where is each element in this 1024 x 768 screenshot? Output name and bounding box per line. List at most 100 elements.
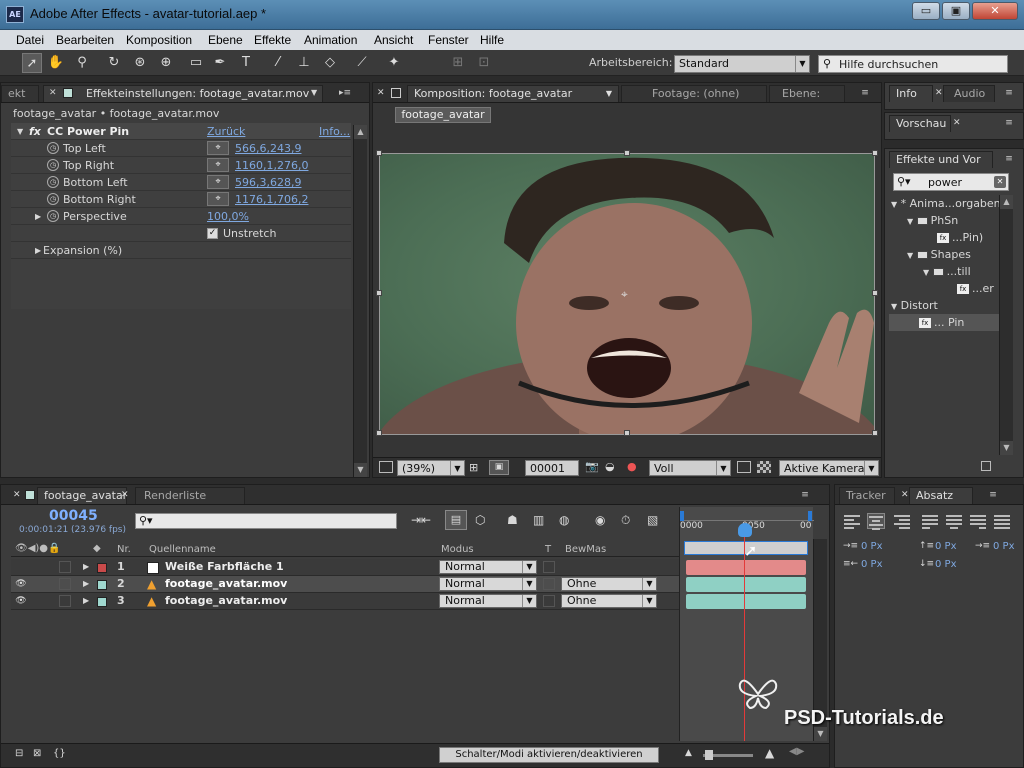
transform-handle[interactable] bbox=[872, 290, 878, 296]
transfer-controls-icon[interactable]: ⊠ bbox=[33, 748, 41, 759]
menu-ebene[interactable]: Ebene bbox=[208, 33, 243, 47]
panel-menu-icon[interactable]: ≡ bbox=[999, 87, 1019, 99]
table-row-selected[interactable]: 👁 ▶ 2 ▲ footage_avatar.mov Normal ▼ Ohne ▼ bbox=[11, 576, 679, 593]
live-update-icon[interactable]: ▤ bbox=[445, 510, 467, 530]
column-nr[interactable]: Nr. bbox=[117, 544, 131, 555]
close-tab-icon[interactable]: ✕ bbox=[953, 118, 961, 128]
space-after-value[interactable]: 0 Px bbox=[935, 559, 957, 570]
table-row[interactable]: 👁 ▶ 3 ▲ footage_avatar.mov Normal ▼ Ohne ▼ bbox=[11, 593, 679, 610]
reset-link[interactable]: Zurück bbox=[207, 123, 245, 140]
frame-blending-icon[interactable]: ▥ bbox=[533, 513, 544, 527]
expand-triangle-icon[interactable]: ▼ bbox=[907, 217, 913, 226]
track-matte-dropdown[interactable]: Ohne ▼ bbox=[561, 577, 657, 591]
property-value[interactable]: 1176,1,706,2 bbox=[235, 191, 308, 208]
layer-duration-bar[interactable] bbox=[686, 577, 806, 592]
column-source-name[interactable]: Quellenname bbox=[149, 544, 216, 555]
justify-last-center-icon[interactable] bbox=[945, 513, 963, 529]
point-target-icon[interactable]: ⌖ bbox=[207, 141, 229, 155]
point-target-icon[interactable]: ⌖ bbox=[207, 158, 229, 172]
preserve-transparency-toggle[interactable] bbox=[543, 561, 555, 573]
tree-item-selected[interactable]: fx... Pin bbox=[889, 314, 999, 331]
always-preview-icon[interactable] bbox=[379, 461, 393, 473]
effect-controls-scrollbar[interactable]: ▲ ▼ bbox=[353, 125, 367, 477]
layer-duration-bar[interactable] bbox=[686, 594, 806, 609]
blend-mode-dropdown[interactable]: Normal ▼ bbox=[439, 594, 537, 608]
shy-layers-icon[interactable]: ☗ bbox=[507, 513, 518, 527]
expand-triangle-icon[interactable]: ▶ bbox=[83, 559, 89, 575]
tab-effects-short[interactable]: ekt bbox=[1, 85, 39, 102]
expand-triangle-icon[interactable]: ▼ bbox=[17, 123, 23, 140]
property-value[interactable]: 100,0% bbox=[207, 208, 249, 225]
graph-editor-icon[interactable]: ▧ bbox=[647, 513, 658, 527]
stopwatch-icon[interactable]: ◷ bbox=[47, 210, 59, 222]
align-center-icon[interactable] bbox=[867, 513, 885, 530]
transform-handle[interactable] bbox=[624, 150, 630, 156]
menu-hilfe[interactable]: Hilfe bbox=[480, 33, 504, 47]
close-tab-icon[interactable]: ✕ bbox=[49, 88, 57, 98]
transform-handle[interactable] bbox=[624, 430, 630, 436]
current-time-indicator-head[interactable] bbox=[738, 523, 752, 537]
tab-paragraph[interactable]: Absatz bbox=[909, 487, 973, 504]
indent-right-value[interactable]: 0 Px bbox=[861, 559, 883, 570]
menu-fenster[interactable]: Fenster bbox=[428, 33, 469, 47]
minimize-button[interactable]: ▭ bbox=[912, 2, 940, 20]
tree-item[interactable]: fx ...Pin) bbox=[937, 229, 983, 246]
work-area-bar[interactable] bbox=[680, 511, 814, 521]
transform-handle[interactable] bbox=[376, 150, 382, 156]
layer-switches-icon[interactable]: ⊟ bbox=[15, 748, 23, 759]
lock-tab-icon[interactable] bbox=[391, 88, 401, 98]
track-matte-dropdown[interactable]: Ohne ▼ bbox=[561, 594, 657, 608]
transform-handle[interactable] bbox=[376, 290, 382, 296]
close-tab-icon[interactable]: ✕ bbox=[13, 490, 21, 500]
menu-komposition[interactable]: Komposition bbox=[126, 33, 192, 47]
transparency-grid-icon[interactable] bbox=[757, 461, 771, 473]
tab-composition[interactable]: Komposition: footage_avatar ▼ bbox=[407, 85, 619, 102]
expand-triangle-icon[interactable]: ▼ bbox=[923, 268, 929, 277]
unstretch-checkbox[interactable]: ✓ bbox=[207, 228, 218, 239]
channels-icon[interactable]: ● bbox=[627, 460, 637, 473]
layer-name[interactable]: footage_avatar.mov bbox=[165, 576, 287, 592]
help-search-field[interactable]: ⚲ Hilfe durchsuchen bbox=[818, 55, 1008, 73]
toggle-switches-modes-button[interactable]: Schalter/Modi aktivieren/deaktivieren bbox=[439, 747, 659, 763]
comp-mini-flowchart-icon[interactable]: ⇥⇤ bbox=[411, 513, 431, 527]
rectangle-tool-icon[interactable]: ▭ bbox=[186, 53, 206, 73]
panel-menu-icon[interactable]: ≡ bbox=[855, 87, 875, 99]
close-button[interactable]: ✕ bbox=[972, 2, 1018, 20]
scroll-up-icon[interactable]: ▲ bbox=[354, 125, 367, 139]
motion-blur-icon[interactable]: ◍ bbox=[559, 513, 569, 527]
align-right-icon[interactable] bbox=[893, 513, 911, 529]
tree-item[interactable]: fx ...er bbox=[957, 280, 994, 297]
layer-label-swatch[interactable] bbox=[97, 580, 107, 590]
stopwatch-icon[interactable]: ◷ bbox=[47, 159, 59, 171]
eye-icon[interactable]: 👁 bbox=[15, 578, 27, 590]
workspace-dropdown[interactable]: Standard ▼ bbox=[674, 55, 810, 73]
close-tab-icon[interactable]: ✕ bbox=[935, 88, 943, 98]
tab-render-queue[interactable]: Renderliste bbox=[135, 487, 245, 504]
panel-menu-icon[interactable]: ≡ bbox=[983, 489, 1003, 501]
new-folder-icon[interactable] bbox=[981, 461, 991, 471]
selection-tool-icon[interactable]: ➚ bbox=[22, 53, 42, 73]
panel-menu-icon[interactable]: ≡ bbox=[999, 117, 1019, 129]
stopwatch-icon[interactable]: ◷ bbox=[47, 193, 59, 205]
effects-scrollbar[interactable]: ▲ ▼ bbox=[999, 195, 1013, 455]
draft-3d-icon[interactable]: ⬡ bbox=[475, 513, 485, 527]
expand-triangle-icon[interactable]: ▼ bbox=[891, 200, 897, 209]
effects-search-field[interactable]: ⚲▾ power ✕ bbox=[893, 173, 1009, 191]
transform-handle[interactable] bbox=[376, 430, 382, 436]
clear-search-icon[interactable]: ✕ bbox=[994, 176, 1006, 188]
column-trkmat[interactable]: BewMas bbox=[565, 544, 606, 555]
maximize-button[interactable]: ▣ bbox=[942, 2, 970, 20]
camera-dropdown[interactable]: Aktive Kamera ▼ bbox=[779, 460, 879, 476]
transform-handle[interactable] bbox=[872, 430, 878, 436]
indent-first-line-value[interactable]: 0 Px bbox=[993, 541, 1015, 552]
table-row[interactable]: ▶ 1 Weiße Farbfläche 1 Normal ▼ bbox=[11, 559, 679, 576]
close-tab-icon[interactable]: ✕ bbox=[901, 490, 909, 500]
scroll-up-icon[interactable]: ▲ bbox=[1000, 195, 1013, 209]
tree-item[interactable]: ▼ PhSn bbox=[907, 212, 958, 229]
auto-keyframe-icon[interactable]: ⏱ bbox=[621, 513, 630, 528]
layer-name[interactable]: footage_avatar.mov bbox=[165, 593, 287, 609]
tab-footage[interactable]: Footage: (ohne) bbox=[621, 85, 767, 102]
pen-tool-icon[interactable]: ✒ bbox=[210, 53, 230, 73]
region-of-interest-icon[interactable] bbox=[737, 461, 751, 473]
work-area-start-handle[interactable] bbox=[680, 511, 684, 521]
